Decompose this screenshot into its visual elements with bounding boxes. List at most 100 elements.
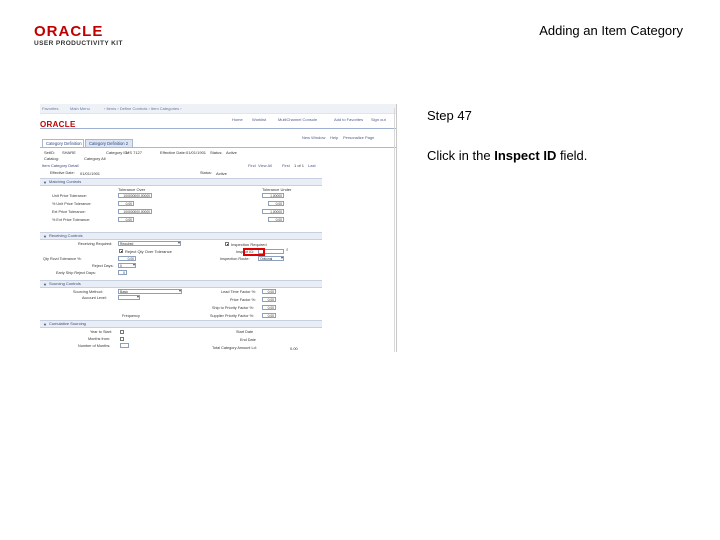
tolerance-over-input[interactable]: 100000000.00000 — [118, 209, 152, 214]
tolerance-over-input[interactable]: 0.00 — [118, 201, 134, 206]
step-number: Step 47 — [427, 108, 472, 123]
year-to-start-label: Year to Start: — [90, 330, 113, 334]
tolerance-under-input[interactable]: 0.00 — [268, 217, 284, 222]
start-date-label: Start Date — [236, 330, 254, 334]
new-window-link[interactable]: New Window — [302, 135, 325, 140]
reject-qty-label: Reject Qty Over Tolerance — [125, 249, 172, 254]
logo-oracle-text: ORACLE — [34, 23, 104, 40]
supplier-priority-label: Supplier Priority Factor %: — [210, 314, 255, 318]
reject-qty-checkbox[interactable] — [119, 249, 123, 253]
tolerance-under-input[interactable]: 1.00000 — [262, 209, 284, 214]
reject-days-select[interactable]: 0 — [118, 263, 136, 268]
collapse-triangle-icon: ▼ — [43, 180, 47, 185]
home-link[interactable]: Home — [232, 117, 243, 122]
multichannel-link[interactable]: MultiChannel Console — [278, 117, 317, 122]
vertical-scrollbar[interactable] — [394, 108, 395, 352]
account-level-select[interactable] — [118, 295, 140, 300]
tolerance-over-input[interactable]: 0.00 — [118, 217, 134, 222]
supplier-priority-input[interactable]: 0.00 — [262, 313, 276, 318]
last-link[interactable]: Last — [308, 163, 316, 168]
section-cumulative[interactable]: ▼ Cumulative Sourcing — [40, 320, 322, 328]
first-link[interactable]: First — [282, 163, 290, 168]
view-all-link[interactable]: View All — [258, 163, 272, 168]
end-date-label: End Date — [240, 338, 256, 342]
tolerance-over-header: Tolerance Over — [118, 187, 146, 192]
receiving-required-select[interactable]: Required — [118, 241, 181, 246]
sign-out-link[interactable]: Sign out — [371, 117, 386, 122]
top-navigation-bar: Favorites Main Menu › Items › Define Con… — [40, 104, 396, 114]
catalog-label: Catalog: — [44, 156, 59, 161]
matching-row-label: % Ext Price Tolerance: — [52, 218, 91, 222]
reject-days-label: Reject Days: — [92, 264, 114, 268]
instruction-prefix: Click in the — [427, 148, 495, 163]
catalog-value: Category All — [84, 156, 106, 161]
category-id-value: MS 7127 — [126, 150, 143, 155]
help-link[interactable]: Help — [330, 135, 338, 140]
instruction-target: Inspect ID — [494, 148, 557, 163]
price-factor-label: Price Factor %: — [230, 298, 256, 302]
oracle-upk-logo: ORACLE USER PRODUCTIVITY KIT — [34, 24, 123, 47]
tolerance-under-input[interactable]: 0.00 — [268, 201, 284, 206]
account-level-label: Account Level: — [82, 296, 107, 300]
section-sourcing[interactable]: ▼ Sourcing Controls — [40, 280, 322, 288]
total-category-amount-value: 0.00 — [290, 346, 298, 351]
section-sourcing-title: Sourcing Controls — [49, 281, 81, 286]
instruction-text: Click in the Inspect ID field. — [427, 148, 587, 163]
qty-rcvd-tolerance-label: Qty Rcvd Tolerance %: — [43, 257, 82, 261]
ship-to-priority-input[interactable]: 0.00 — [262, 305, 276, 310]
tab-underline — [40, 147, 396, 148]
target-highlight-box — [243, 248, 265, 256]
status-field-value: Active — [216, 171, 227, 176]
status-label: Status: — [210, 150, 223, 155]
matching-row-label: Ext Price Tolerance: — [52, 210, 86, 214]
lookup-icon[interactable]: ⌕ — [286, 247, 289, 252]
nav-count: 1 of 1 — [294, 163, 305, 168]
inspection-route-label: Inspection Route: — [220, 257, 250, 261]
collapse-triangle-icon: ▼ — [43, 322, 47, 327]
status-value: Active — [226, 150, 237, 155]
inspection-required-label: Inspection Required — [231, 242, 267, 247]
ship-to-priority-label: Ship to Priority Factor %: — [212, 306, 254, 310]
receiving-required-label: Receiving Required: — [78, 242, 113, 246]
application-screenshot: Favorites Main Menu › Items › Define Con… — [40, 104, 397, 352]
months-from-checkbox[interactable] — [120, 337, 124, 341]
favorites-link[interactable]: Favorites — [42, 106, 58, 111]
sourcing-method-select[interactable]: Basic — [118, 289, 182, 294]
year-to-start-checkbox[interactable] — [120, 330, 124, 334]
tolerance-over-input[interactable]: 100000000.00000 — [118, 193, 152, 198]
number-of-months-input[interactable] — [120, 343, 129, 348]
lead-time-factor-input[interactable]: 0.00 — [262, 289, 276, 294]
find-link[interactable]: Find — [248, 163, 256, 168]
setid-value: SHARE — [62, 150, 76, 155]
add-favorites-link[interactable]: Add to Favorites — [334, 117, 363, 122]
section-receiving[interactable]: ▼ Receiving Controls — [40, 232, 322, 240]
logo-upk-text: USER PRODUCTIVITY KIT — [34, 40, 123, 47]
tolerance-under-header: Tolerance Under — [262, 187, 292, 192]
effective-date-label: Effective Date: — [160, 150, 186, 155]
header-divider — [40, 128, 396, 129]
matching-row-label: Unit Price Tolerance: — [52, 194, 87, 198]
status-field-label: Status: — [200, 171, 212, 175]
personalize-link[interactable]: Personalize Page — [343, 135, 374, 140]
effective-date-value: 01/01/1901 — [186, 150, 207, 155]
early-ship-input[interactable]: 0 — [118, 270, 127, 275]
section-matching[interactable]: ▼ Matching Controls — [40, 178, 322, 186]
main-menu-link[interactable]: Main Menu — [70, 106, 90, 111]
early-ship-label: Early Ship Reject Days: — [56, 271, 96, 275]
tab-category-definition-2[interactable]: Category Definition 2 — [85, 139, 133, 147]
collapse-triangle-icon: ▼ — [43, 234, 47, 239]
breadcrumb: › Items › Define Controls › Item Categor… — [104, 106, 182, 111]
tab-category-definition[interactable]: Category Definition — [42, 139, 84, 147]
qty-rcvd-tolerance-input[interactable]: 0.00 — [118, 256, 136, 261]
section-matching-title: Matching Controls — [49, 179, 82, 184]
inspection-required-checkbox[interactable] — [225, 242, 229, 246]
price-factor-input[interactable]: 0.00 — [262, 297, 276, 302]
inspection-route-select[interactable]: Optional — [258, 256, 284, 261]
collapse-triangle-icon: ▼ — [43, 282, 47, 287]
tolerance-under-input[interactable]: 1.00000 — [262, 193, 284, 198]
worklist-link[interactable]: Worklist — [252, 117, 266, 122]
sourcing-method-label: Sourcing Method: — [73, 290, 103, 294]
lead-time-factor-label: Lead Time Factor %: — [221, 290, 257, 294]
slide-title: Adding an Item Category — [539, 23, 683, 38]
number-of-months-label: Number of Months: — [78, 344, 111, 348]
